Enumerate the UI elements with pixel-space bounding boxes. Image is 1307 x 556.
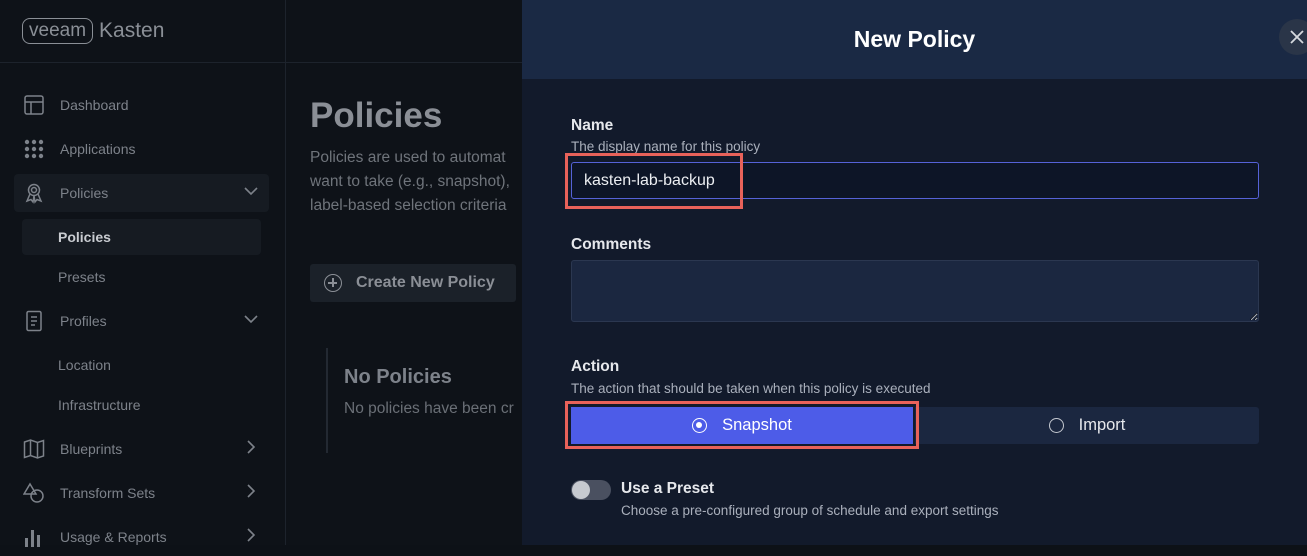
action-option-import[interactable]: Import	[915, 407, 1259, 444]
action-help: The action that should be taken when thi…	[571, 381, 931, 396]
sidebar-item-blueprints[interactable]: Blueprints	[14, 430, 269, 468]
close-button[interactable]	[1279, 19, 1307, 55]
preset-title: Use a Preset	[621, 480, 715, 497]
policy-icon	[22, 181, 46, 205]
name-help: The display name for this policy	[571, 139, 761, 154]
sidebar-subitem-location[interactable]: Location	[58, 357, 111, 373]
sidebar-item-label: Dashboard	[60, 97, 129, 113]
create-button-label: Create New Policy	[356, 274, 495, 291]
plus-circle-icon	[324, 274, 342, 292]
page-description: Policies are used to automat want to tak…	[310, 149, 510, 214]
use-preset-toggle[interactable]	[571, 480, 611, 500]
name-label: Name	[571, 117, 614, 134]
top-bar	[286, 0, 522, 63]
name-highlight	[565, 153, 743, 209]
sidebar-item-usage-reports[interactable]: Usage & Reports	[14, 518, 269, 556]
chevron-down-icon[interactable]	[243, 183, 259, 202]
panel-title: New Policy	[853, 26, 976, 52]
empty-state: No Policies No policies have been cr	[326, 348, 526, 453]
sidebar-item-label: Profiles	[60, 313, 107, 329]
comments-label: Comments	[571, 236, 652, 253]
chevron-right-icon[interactable]	[243, 439, 259, 458]
empty-state-title: No Policies	[344, 366, 452, 388]
snapshot-highlight	[565, 401, 919, 449]
shapes-icon	[22, 481, 46, 505]
sidebar-item-label: Policies	[60, 185, 109, 201]
chevron-right-icon[interactable]	[243, 483, 259, 502]
page-title: Policies	[310, 96, 443, 135]
action-option-label: Import	[1078, 416, 1126, 434]
close-icon	[1290, 30, 1304, 44]
dashboard-icon	[22, 93, 46, 117]
sidebar-item-label: Blueprints	[60, 441, 123, 457]
empty-state-description: No policies have been cr	[344, 400, 514, 417]
map-icon	[22, 437, 46, 461]
logo-veeam: veeam	[22, 18, 94, 44]
logo[interactable]: veeam Kasten	[0, 0, 285, 63]
comments-textarea[interactable]	[571, 260, 1259, 322]
panel-header: New Policy	[522, 0, 1307, 79]
new-policy-panel: New Policy Name The display name for thi…	[522, 0, 1307, 545]
action-label: Action	[571, 358, 620, 375]
chevron-down-icon[interactable]	[243, 311, 259, 330]
grid-icon	[22, 137, 46, 161]
bar-chart-icon	[22, 525, 46, 549]
create-new-policy-button[interactable]: Create New Policy	[310, 264, 516, 302]
sidebar-item-transform-sets[interactable]: Transform Sets	[14, 474, 269, 512]
sidebar-item-label: Applications	[60, 141, 136, 157]
sidebar-item-dashboard[interactable]: Dashboard	[14, 86, 269, 124]
main-content: Policies Policies are used to automat wa…	[286, 0, 522, 545]
profile-icon	[22, 309, 46, 333]
sidebar-item-applications[interactable]: Applications	[14, 130, 269, 168]
sidebar-subitem-presets[interactable]: Presets	[58, 269, 105, 285]
preset-description: Choose a pre-configured group of schedul…	[621, 503, 999, 518]
sidebar-item-label: Transform Sets	[60, 485, 156, 501]
sidebar-item-label: Usage & Reports	[60, 529, 167, 545]
logo-kasten: Kasten	[99, 19, 165, 42]
sidebar-item-profiles[interactable]: Profiles	[14, 302, 269, 340]
radio-unselected-icon	[1048, 418, 1064, 433]
sidebar-subitem-infrastructure[interactable]: Infrastructure	[58, 397, 140, 413]
sidebar: veeam Kasten Dashboard Applications Poli…	[0, 0, 286, 547]
sidebar-subitem-policies[interactable]: Policies	[22, 219, 261, 255]
sidebar-item-policies[interactable]: Policies	[14, 174, 269, 212]
chevron-right-icon[interactable]	[243, 527, 259, 546]
